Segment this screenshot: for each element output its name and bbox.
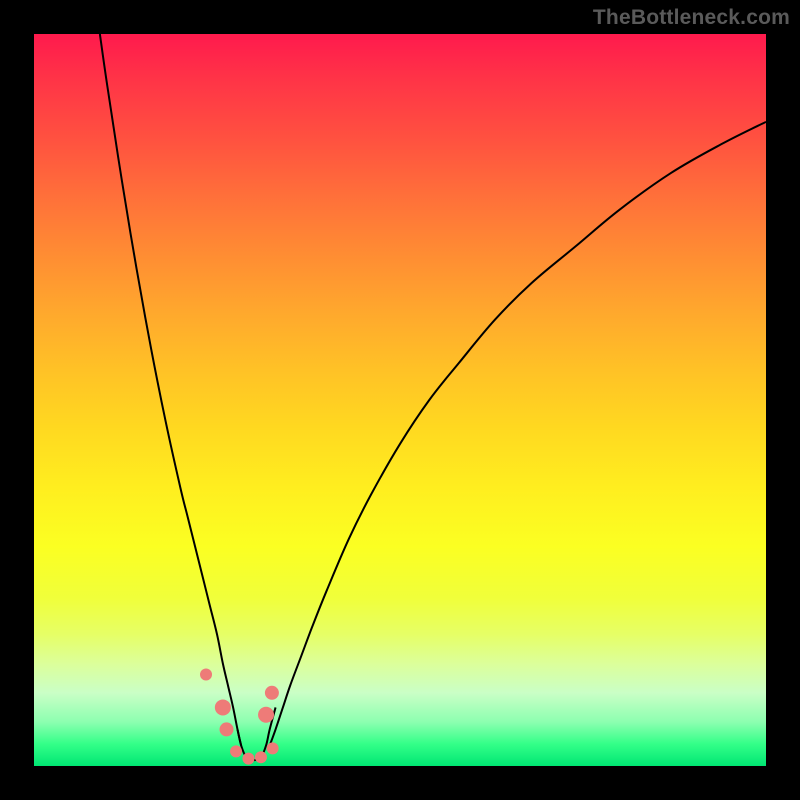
watermark-text: TheBottleneck.com (593, 6, 790, 30)
marker-layer (200, 669, 279, 765)
data-marker (230, 745, 242, 757)
data-marker (267, 742, 279, 754)
chart-svg (34, 34, 766, 766)
data-marker (215, 699, 231, 715)
data-marker (200, 669, 212, 681)
data-marker (265, 686, 279, 700)
data-marker (220, 722, 234, 736)
data-marker (242, 753, 254, 765)
curve-left-branch (100, 34, 241, 746)
curve-right-branch (270, 122, 766, 746)
data-marker (255, 751, 267, 763)
data-marker (258, 707, 274, 723)
chart-plot-area (34, 34, 766, 766)
